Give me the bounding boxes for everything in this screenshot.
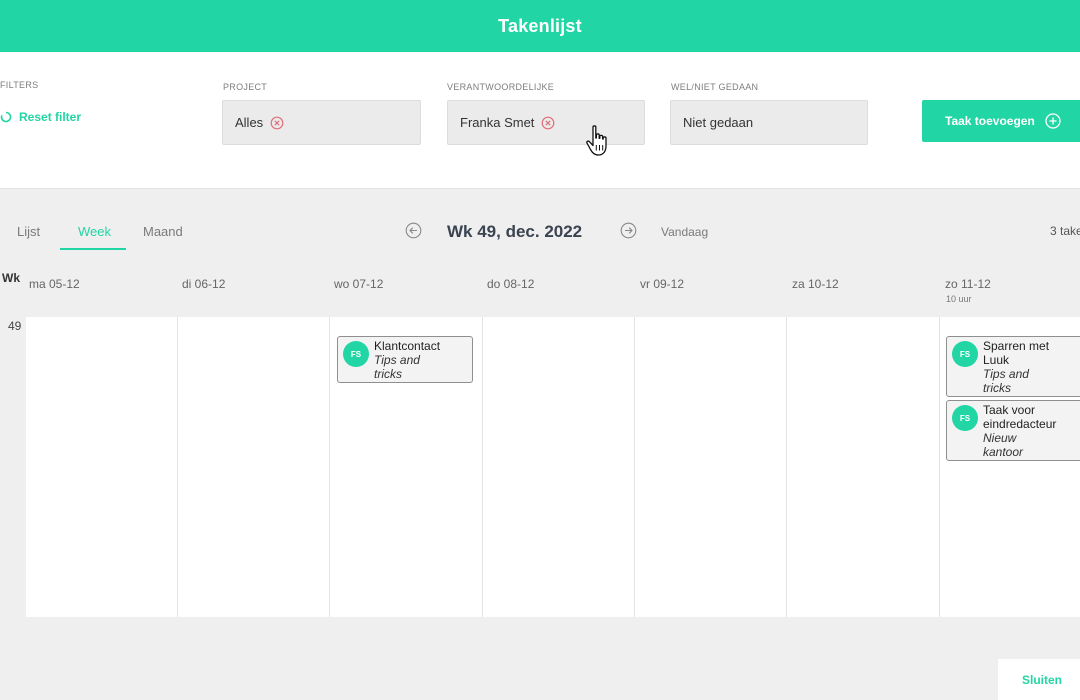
page-title: Takenlijst xyxy=(498,15,582,36)
reset-filter-label: Reset filter xyxy=(19,110,82,124)
remove-icon[interactable] xyxy=(541,116,555,130)
day-divider xyxy=(634,317,635,617)
day-divider xyxy=(482,317,483,617)
done-filter-label: WEL/NIET GEDAAN xyxy=(671,82,759,92)
task-project: Tips and tricks xyxy=(983,367,1029,395)
week-number: 49 xyxy=(8,319,22,333)
assignee-filter-select[interactable]: Franka Smet xyxy=(447,100,645,145)
reset-icon xyxy=(0,111,12,123)
task-project: Nieuw kantoor xyxy=(983,431,1024,459)
done-filter-value: Niet gedaan xyxy=(683,115,754,130)
day-divider xyxy=(786,317,787,617)
day-divider xyxy=(939,317,940,617)
tab-month[interactable]: Maand xyxy=(143,224,183,239)
project-filter-select[interactable]: Alles xyxy=(222,100,421,145)
task-title: Sparren met Luuk xyxy=(983,339,1050,367)
day-header-sun: zo 11-12 xyxy=(945,277,991,291)
day-header-thu: do 08-12 xyxy=(487,277,535,291)
day-hours-sun: 10 uur xyxy=(946,294,972,304)
today-button[interactable]: Vandaag xyxy=(661,225,708,239)
reset-filter-button[interactable]: Reset filter xyxy=(0,110,81,124)
assignee-filter-label: VERANTWOORDELIJKE xyxy=(447,82,555,92)
done-filter-select[interactable]: Niet gedaan xyxy=(670,100,868,145)
add-task-label: Taak toevoegen xyxy=(945,114,1035,128)
assignee-filter-value: Franka Smet xyxy=(460,115,535,130)
week-column-header: Wk xyxy=(2,271,20,285)
avatar: FS xyxy=(952,405,978,431)
filters-label: FILTERS xyxy=(0,80,39,90)
task-title: Klantcontact xyxy=(374,339,441,353)
week-grid xyxy=(26,317,1080,617)
day-header-tue: di 06-12 xyxy=(182,277,226,291)
task-count: 3 taken xyxy=(1050,224,1080,238)
arrow-left-icon[interactable] xyxy=(405,222,422,239)
avatar: FS xyxy=(952,341,978,367)
project-filter-label: PROJECT xyxy=(223,82,268,92)
day-header-sat: za 10-12 xyxy=(792,277,839,291)
week-title: Wk 49, dec. 2022 xyxy=(447,222,583,241)
plus-circle-icon xyxy=(1045,113,1061,129)
task-card[interactable]: FS Taak voor eindredacteur Nieuw kantoor xyxy=(946,400,1080,461)
avatar: FS xyxy=(343,341,369,367)
day-divider xyxy=(177,317,178,617)
add-task-button[interactable]: Taak toevoegen xyxy=(922,100,1080,142)
arrow-right-icon[interactable] xyxy=(620,222,637,239)
day-header-fri: vr 09-12 xyxy=(640,277,685,291)
close-button[interactable]: Sluiten xyxy=(998,659,1080,700)
active-tab-indicator xyxy=(60,248,126,250)
task-title: Taak voor eindredacteur xyxy=(983,403,1057,431)
tab-list[interactable]: Lijst xyxy=(17,224,40,239)
day-divider xyxy=(329,317,330,617)
tab-week[interactable]: Week xyxy=(78,224,111,239)
filter-bar: FILTERS Reset filter PROJECT Alles VERAN… xyxy=(0,52,1080,189)
day-header-mon: ma 05-12 xyxy=(29,277,80,291)
task-card[interactable]: FS Klantcontact Tips and tricks xyxy=(337,336,473,383)
remove-icon[interactable] xyxy=(270,116,284,130)
project-filter-value: Alles xyxy=(235,115,264,130)
day-header-wed: wo 07-12 xyxy=(334,277,384,291)
app-header: Takenlijst xyxy=(0,0,1080,52)
task-card[interactable]: FS Sparren met Luuk Tips and tricks xyxy=(946,336,1080,397)
task-project: Tips and tricks xyxy=(374,353,420,381)
hand-cursor-icon xyxy=(586,125,607,156)
